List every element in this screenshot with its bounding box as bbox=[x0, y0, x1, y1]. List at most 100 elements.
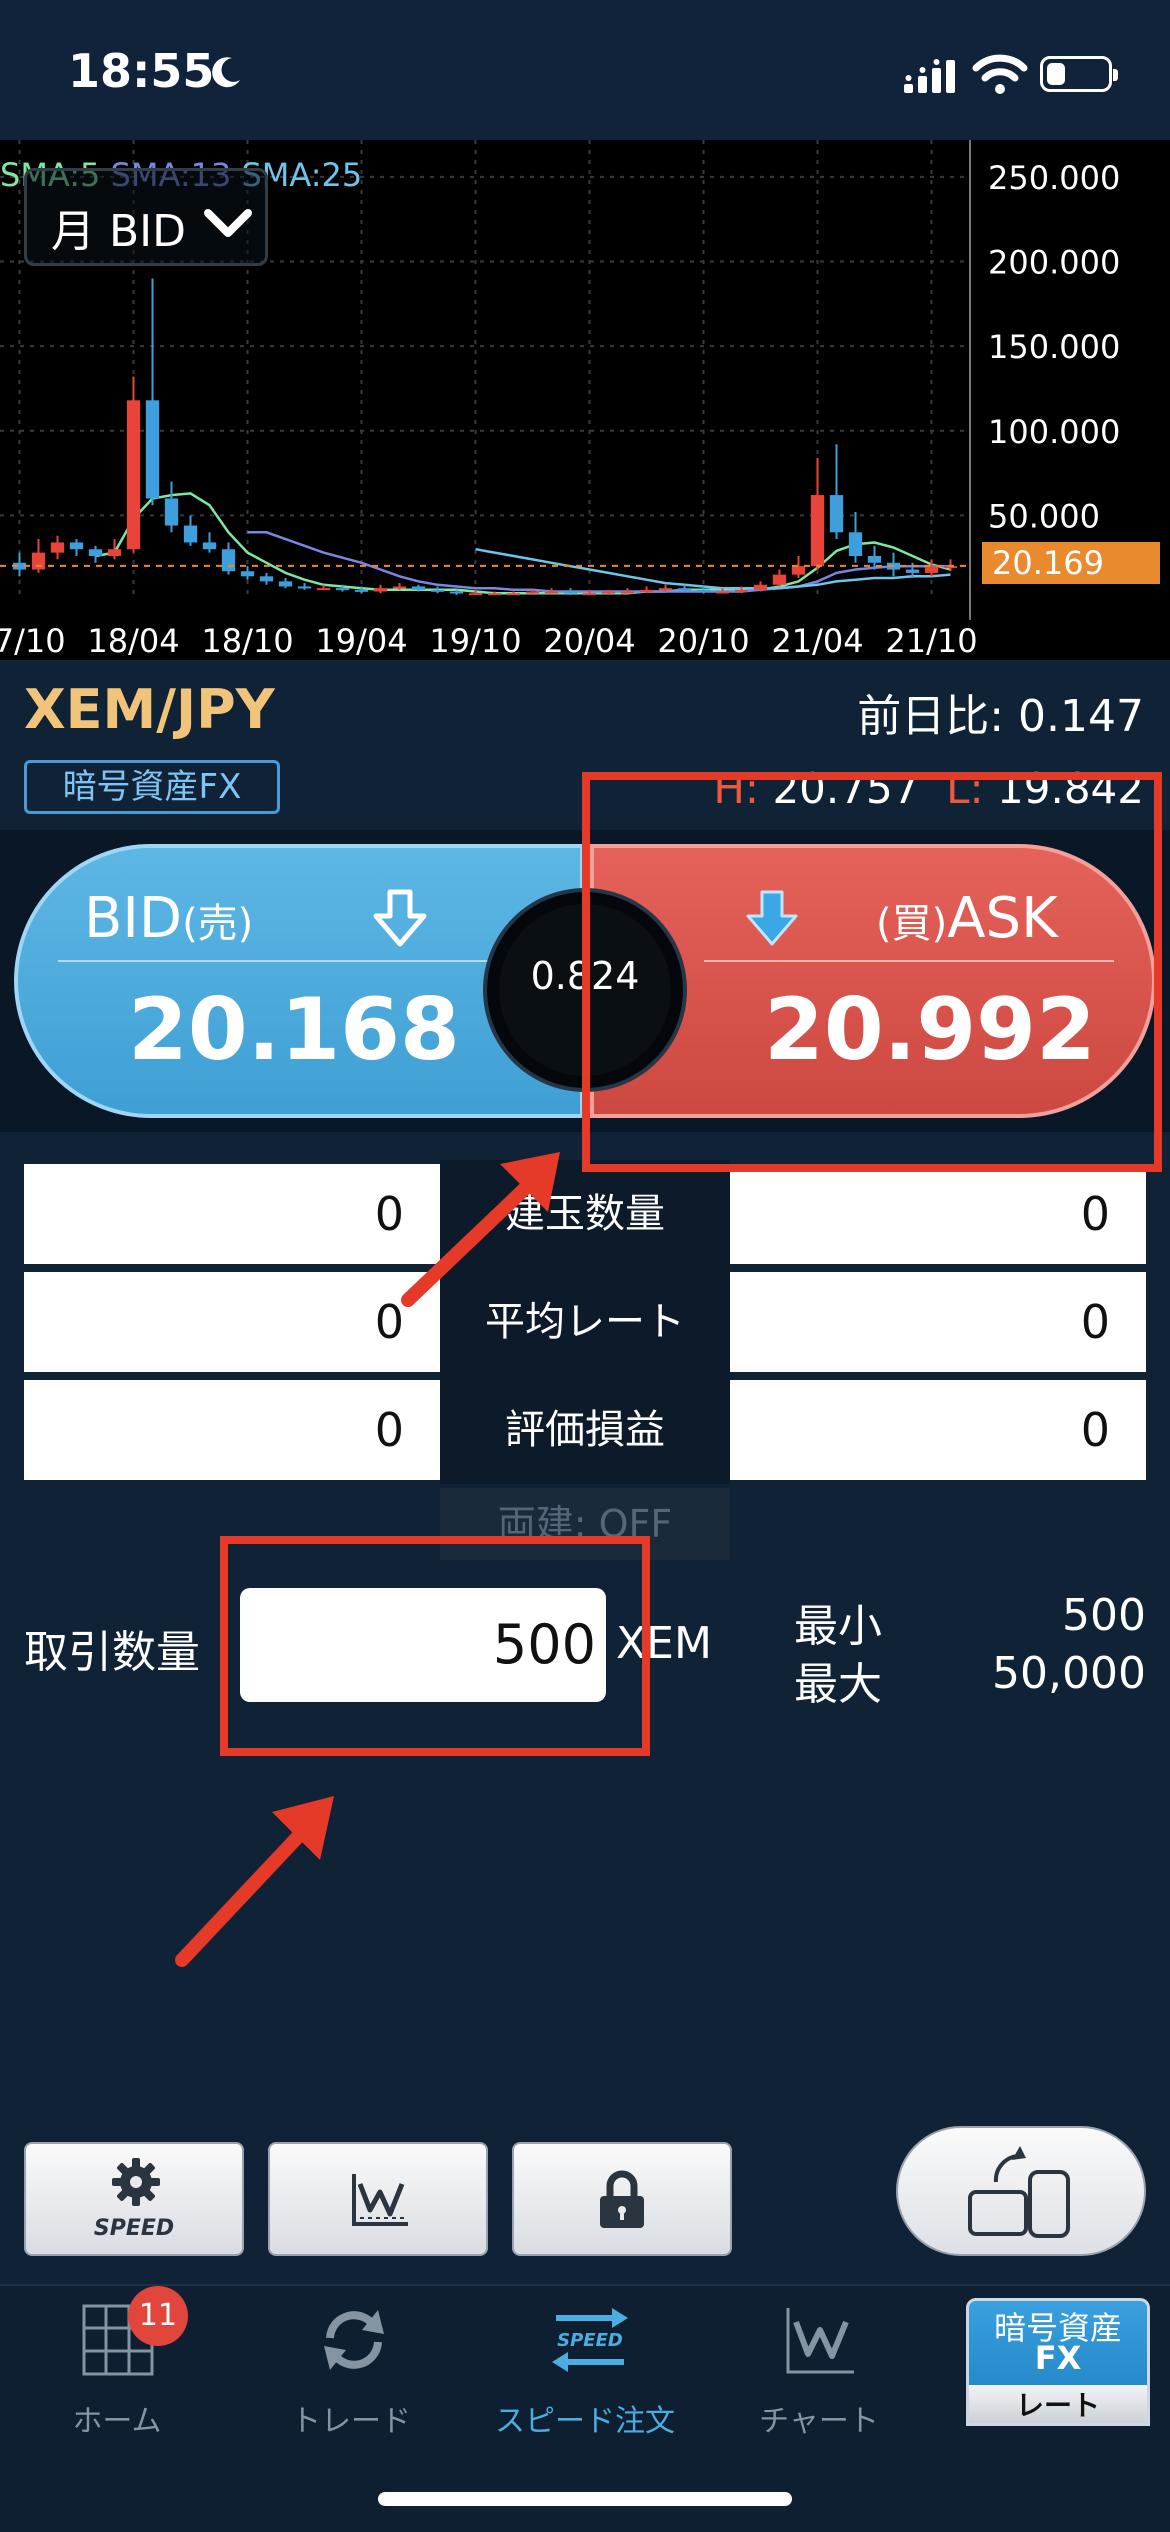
min-quantity-label: 最小 bbox=[794, 1601, 882, 1652]
sma-line-3 bbox=[475, 547, 951, 590]
min-quantity-value: 500 bbox=[1062, 1590, 1146, 1641]
x-tick-label: 20/10 bbox=[657, 622, 749, 660]
lock-button[interactable] bbox=[512, 2142, 732, 2256]
candle-body bbox=[354, 589, 369, 592]
candle-body bbox=[506, 593, 521, 596]
x-tick-label: 21/04 bbox=[771, 622, 863, 660]
candle-body bbox=[601, 591, 616, 594]
sell-average-rate: 0 bbox=[24, 1272, 440, 1372]
trade-arrows-icon bbox=[324, 2310, 384, 2370]
speed-caption: SPEED bbox=[93, 2216, 175, 2241]
tab-chart-label: チャート bbox=[759, 2404, 879, 2439]
candle-body bbox=[392, 586, 407, 589]
annotation-arrow-quantity bbox=[175, 1796, 334, 1967]
candle-body bbox=[107, 549, 122, 556]
candle-body bbox=[525, 591, 540, 594]
trade-quantity-label: 取引数量 bbox=[24, 1627, 200, 1678]
chart-icon bbox=[352, 2174, 408, 2226]
tab-chart[interactable]: チャート bbox=[702, 2286, 936, 2446]
candle-body bbox=[278, 581, 293, 587]
battery-icon bbox=[1040, 56, 1118, 92]
wifi-icon bbox=[972, 54, 1028, 94]
cellular-signal-icon bbox=[904, 59, 955, 93]
candle-body bbox=[487, 593, 502, 596]
battery-level bbox=[1047, 63, 1065, 85]
candle-body bbox=[715, 591, 730, 594]
max-quantity-label: 最大 bbox=[794, 1659, 882, 1710]
candle-body bbox=[126, 400, 141, 550]
average-rate-label: 平均レート bbox=[440, 1268, 730, 1376]
x-tick-label: 20/04 bbox=[543, 622, 635, 660]
tab-speed-order[interactable]: SPEED スピード注文 bbox=[468, 2286, 702, 2446]
gear-icon bbox=[112, 2158, 160, 2206]
candle-body bbox=[411, 586, 426, 590]
buy-unrealized-pl: 0 bbox=[730, 1380, 1146, 1480]
bid-label: BID(売) bbox=[84, 886, 254, 951]
candle-body bbox=[373, 588, 388, 592]
chart-icon bbox=[786, 2308, 854, 2374]
candle-body bbox=[430, 589, 445, 592]
y-tick-label: 150.000 bbox=[988, 328, 1120, 366]
moon-icon bbox=[212, 57, 240, 88]
candle-body bbox=[582, 593, 597, 596]
candle-body bbox=[69, 542, 84, 550]
candle-body bbox=[449, 591, 464, 594]
candle-body bbox=[221, 549, 236, 572]
candle-body bbox=[544, 591, 559, 594]
chart-period-selector[interactable]: 月 BID bbox=[24, 168, 268, 266]
status-time: 18:55 bbox=[68, 44, 215, 98]
tab-home[interactable]: ホーム bbox=[0, 2286, 234, 2446]
candle-body bbox=[88, 549, 103, 556]
candle-body bbox=[696, 589, 711, 592]
arrow-down-outline-icon bbox=[373, 889, 427, 947]
chevron-down-icon bbox=[204, 209, 252, 237]
sell-unrealized-pl: 0 bbox=[24, 1380, 440, 1480]
tab-speed-order-label: スピード注文 bbox=[495, 2404, 675, 2439]
candle-body bbox=[50, 542, 65, 553]
candle-body bbox=[734, 589, 749, 592]
tab-trade[interactable]: トレード bbox=[234, 2286, 468, 2446]
candle-body bbox=[677, 588, 692, 591]
candle-body bbox=[905, 569, 920, 573]
current-price-tag: 20.169 bbox=[982, 542, 1160, 584]
day-change: 前日比: 0.147 bbox=[857, 680, 1144, 744]
sell-position-quantity: 0 bbox=[24, 1164, 440, 1264]
max-quantity-value: 50,000 bbox=[992, 1648, 1146, 1699]
y-tick-label: 250.000 bbox=[988, 159, 1120, 197]
candle-body bbox=[145, 400, 160, 499]
home-indicator[interactable] bbox=[378, 2492, 792, 2506]
speed-order-icon: SPEED bbox=[552, 2308, 628, 2372]
tab-crypto-fx-rate[interactable]: 暗号資産 FX レート bbox=[966, 2298, 1150, 2426]
position-quantity-label: 建玉数量 bbox=[440, 1160, 730, 1268]
candle-body bbox=[791, 566, 806, 575]
buy-position-quantity: 0 bbox=[730, 1164, 1146, 1264]
tab-trade-label: トレード bbox=[291, 2404, 411, 2439]
notification-badge: 11 bbox=[128, 2286, 188, 2346]
candle-body bbox=[202, 542, 217, 550]
candle-body bbox=[31, 552, 46, 570]
candle-body bbox=[753, 584, 768, 590]
rotate-layout-button[interactable] bbox=[896, 2126, 1146, 2256]
candle-body bbox=[829, 495, 844, 533]
bid-divider bbox=[58, 960, 488, 962]
lock-icon bbox=[600, 2170, 644, 2228]
candle-body bbox=[639, 589, 654, 592]
candle-body bbox=[848, 532, 863, 556]
chart-toggle-button[interactable] bbox=[268, 2142, 488, 2256]
candle-body bbox=[810, 495, 825, 567]
y-tick-label: 50.000 bbox=[988, 497, 1100, 535]
candle-body bbox=[658, 588, 673, 591]
y-tick-label: 200.000 bbox=[988, 244, 1120, 282]
candle-body bbox=[240, 571, 255, 577]
x-tick-label: 18/04 bbox=[87, 622, 179, 660]
annotation-box-quantity bbox=[220, 1536, 650, 1756]
candle-body bbox=[335, 588, 350, 591]
y-tick-label: 100.000 bbox=[988, 413, 1120, 451]
x-tick-label: 21/10 bbox=[885, 622, 977, 660]
currency-pair[interactable]: XEM/JPY bbox=[24, 678, 275, 741]
candle-body bbox=[620, 591, 635, 594]
unrealized-pl-label: 評価損益 bbox=[440, 1376, 730, 1484]
sma-line-2 bbox=[247, 531, 951, 593]
speed-settings-button[interactable]: SPEED bbox=[24, 2142, 244, 2256]
x-tick-label: 18/10 bbox=[201, 622, 293, 660]
